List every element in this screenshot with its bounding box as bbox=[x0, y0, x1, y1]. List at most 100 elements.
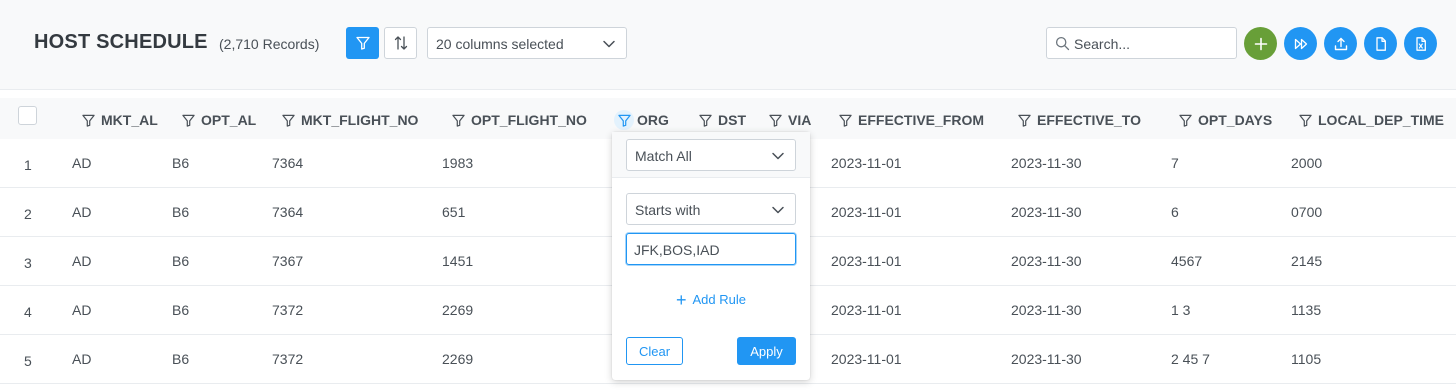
filter-icon bbox=[768, 114, 782, 127]
filter-icon bbox=[451, 114, 465, 127]
filter-toggle-button[interactable] bbox=[346, 27, 379, 59]
column-filter-button[interactable] bbox=[835, 110, 855, 130]
cell-effective-to: 2023-11-30 bbox=[1011, 155, 1082, 171]
file-icon bbox=[1375, 36, 1386, 51]
column-selector-label: 20 columns selected bbox=[436, 36, 564, 52]
export-file-button[interactable] bbox=[1364, 27, 1397, 60]
cell-effective-to: 2023-11-30 bbox=[1011, 204, 1082, 220]
column-filter-button[interactable] bbox=[278, 110, 298, 130]
search-icon bbox=[1055, 36, 1070, 51]
column-header-label: OPT_DAYS bbox=[1198, 112, 1273, 128]
column-filter-button[interactable] bbox=[1295, 110, 1315, 130]
cell-local-dep-time: 0700 bbox=[1291, 204, 1323, 220]
cell-opt-flight-no: 2269 bbox=[442, 302, 474, 318]
column-header-mkt-al[interactable]: MKT_AL bbox=[78, 110, 158, 130]
column-header-mkt-flight-no[interactable]: MKT_FLIGHT_NO bbox=[278, 110, 418, 130]
cell-mkt-flight-no: 7372 bbox=[272, 351, 304, 367]
row-index: 5 bbox=[24, 353, 32, 369]
search-input[interactable] bbox=[1074, 34, 1229, 54]
column-header-opt-days[interactable]: OPT_DAYS bbox=[1175, 110, 1272, 130]
add-rule-button[interactable]: + Add Rule bbox=[612, 289, 810, 310]
filter-icon bbox=[181, 114, 195, 127]
cell-effective-from: 2023-11-01 bbox=[831, 204, 902, 220]
column-filter-button[interactable] bbox=[448, 110, 468, 130]
cell-effective-from: 2023-11-01 bbox=[831, 351, 902, 367]
column-filter-button[interactable] bbox=[1175, 110, 1195, 130]
constraint-label: Starts with bbox=[635, 202, 701, 218]
cell-opt-flight-no: 2269 bbox=[442, 351, 474, 367]
cell-mkt-al: AD bbox=[72, 351, 92, 367]
plus-icon: + bbox=[676, 289, 687, 310]
column-filter-button[interactable] bbox=[78, 110, 98, 130]
apply-button[interactable]: Apply bbox=[737, 337, 796, 365]
add-button[interactable] bbox=[1244, 27, 1277, 60]
cell-opt-flight-no: 651 bbox=[442, 204, 466, 220]
match-mode-dropdown[interactable]: Match All bbox=[626, 139, 796, 171]
column-header-label: EFFECTIVE_TO bbox=[1037, 112, 1141, 128]
cell-local-dep-time: 2145 bbox=[1291, 253, 1323, 269]
upload-button[interactable] bbox=[1324, 27, 1357, 60]
row-index: 2 bbox=[24, 206, 32, 222]
select-all-checkbox[interactable] bbox=[18, 106, 37, 125]
clear-button[interactable]: Clear bbox=[626, 337, 683, 365]
row-index: 3 bbox=[24, 255, 32, 271]
sort-button[interactable] bbox=[384, 27, 417, 59]
column-header-via[interactable]: VIA bbox=[765, 110, 811, 130]
column-header-label: LOCAL_DEP_TIME bbox=[1318, 112, 1445, 128]
cell-mkt-flight-no: 7372 bbox=[272, 302, 304, 318]
filter-icon bbox=[698, 114, 712, 127]
constraint-dropdown[interactable]: Starts with bbox=[626, 193, 796, 225]
upload-icon bbox=[1334, 37, 1347, 50]
cell-mkt-flight-no: 7364 bbox=[272, 155, 304, 171]
column-filter-button[interactable] bbox=[695, 110, 715, 130]
column-selector-dropdown[interactable]: 20 columns selected bbox=[427, 27, 627, 59]
chevron-down-icon bbox=[603, 40, 615, 48]
cell-mkt-flight-no: 7364 bbox=[272, 204, 304, 220]
column-header-effective-from[interactable]: EFFECTIVE_FROM bbox=[835, 110, 984, 130]
column-filter-button[interactable] bbox=[178, 110, 198, 130]
filter-value-input[interactable] bbox=[634, 240, 789, 260]
cell-opt-al: B6 bbox=[172, 204, 190, 220]
record-count: (2,710 Records) bbox=[219, 36, 320, 52]
cell-opt-days: 6 bbox=[1171, 204, 1179, 220]
cell-mkt-al: AD bbox=[72, 155, 92, 171]
cell-opt-al: B6 bbox=[172, 253, 190, 269]
column-header-label: DST bbox=[718, 112, 746, 128]
cell-opt-al: B6 bbox=[172, 302, 190, 318]
filter-icon bbox=[838, 114, 852, 127]
cell-opt-flight-no: 1983 bbox=[442, 155, 474, 171]
column-header-label: MKT_AL bbox=[101, 112, 158, 128]
filter-icon bbox=[355, 36, 370, 50]
filter-icon bbox=[617, 114, 631, 127]
column-header-label: MKT_FLIGHT_NO bbox=[301, 112, 419, 128]
export-excel-button[interactable] bbox=[1404, 27, 1437, 60]
column-header-label: VIA bbox=[788, 112, 812, 128]
column-filter-button[interactable] bbox=[765, 110, 785, 130]
file-excel-icon bbox=[1415, 36, 1426, 51]
column-filter-button[interactable] bbox=[614, 110, 634, 130]
fast-forward-button[interactable] bbox=[1284, 27, 1317, 60]
column-header-effective-to[interactable]: EFFECTIVE_TO bbox=[1014, 110, 1141, 130]
column-header-label: EFFECTIVE_FROM bbox=[858, 112, 985, 128]
filter-icon bbox=[1178, 114, 1192, 127]
column-header-opt-flight-no[interactable]: OPT_FLIGHT_NO bbox=[448, 110, 587, 130]
filter-icon bbox=[81, 114, 95, 127]
sort-icon bbox=[394, 36, 407, 50]
match-mode-label: Match All bbox=[635, 148, 692, 164]
cell-local-dep-time: 1135 bbox=[1291, 302, 1322, 318]
cell-effective-from: 2023-11-01 bbox=[831, 302, 902, 318]
filter-icon bbox=[281, 114, 295, 127]
cell-mkt-al: AD bbox=[72, 302, 92, 318]
column-filter-button[interactable] bbox=[1014, 110, 1034, 130]
cell-effective-to: 2023-11-30 bbox=[1011, 351, 1082, 367]
filter-value-field bbox=[626, 233, 796, 265]
cell-mkt-flight-no: 7367 bbox=[272, 253, 304, 269]
column-header-local-dep-time[interactable]: LOCAL_DEP_TIME bbox=[1295, 110, 1444, 130]
cell-effective-to: 2023-11-30 bbox=[1011, 302, 1082, 318]
cell-effective-from: 2023-11-01 bbox=[831, 155, 902, 171]
cell-effective-from: 2023-11-01 bbox=[831, 253, 902, 269]
column-header-opt-al[interactable]: OPT_AL bbox=[178, 110, 256, 130]
column-header-dst[interactable]: DST bbox=[695, 110, 746, 130]
column-header-org[interactable]: ORG bbox=[614, 110, 669, 130]
column-header-label: ORG bbox=[637, 112, 669, 128]
